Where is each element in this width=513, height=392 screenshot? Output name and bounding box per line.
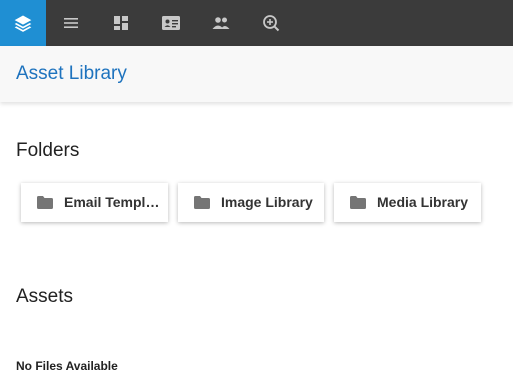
folder-card-email-templates[interactable]: Email Templa… (21, 183, 168, 222)
nav-contacts-button[interactable] (148, 0, 194, 46)
nav-menu-button[interactable] (48, 0, 94, 46)
zoom-add-icon (263, 15, 280, 32)
folder-label: Email Templa… (64, 194, 162, 210)
top-navigation (0, 0, 513, 46)
assets-heading: Assets (16, 286, 74, 307)
layers-icon (14, 15, 32, 32)
contact-card-icon (162, 16, 180, 30)
folder-icon (37, 196, 53, 209)
folder-label: Image Library (221, 194, 313, 210)
folder-label: Media Library (377, 194, 469, 210)
page-title: Asset Library (16, 63, 127, 84)
folder-icon (194, 196, 210, 209)
folder-card-media-library[interactable]: Media Library (334, 183, 481, 222)
nav-people-button[interactable] (198, 0, 244, 46)
menu-icon (64, 18, 78, 28)
dashboard-icon (114, 16, 128, 30)
empty-assets-message: No Files Available (16, 359, 118, 373)
folder-icon (350, 196, 366, 209)
nav-dashboard-button[interactable] (98, 0, 144, 46)
people-icon (212, 17, 230, 29)
page-header: Asset Library (0, 46, 513, 102)
nav-layers-button[interactable] (0, 0, 46, 46)
folders-heading: Folders (16, 140, 80, 161)
folder-card-image-library[interactable]: Image Library (178, 183, 324, 222)
nav-zoom-add-button[interactable] (248, 0, 294, 46)
